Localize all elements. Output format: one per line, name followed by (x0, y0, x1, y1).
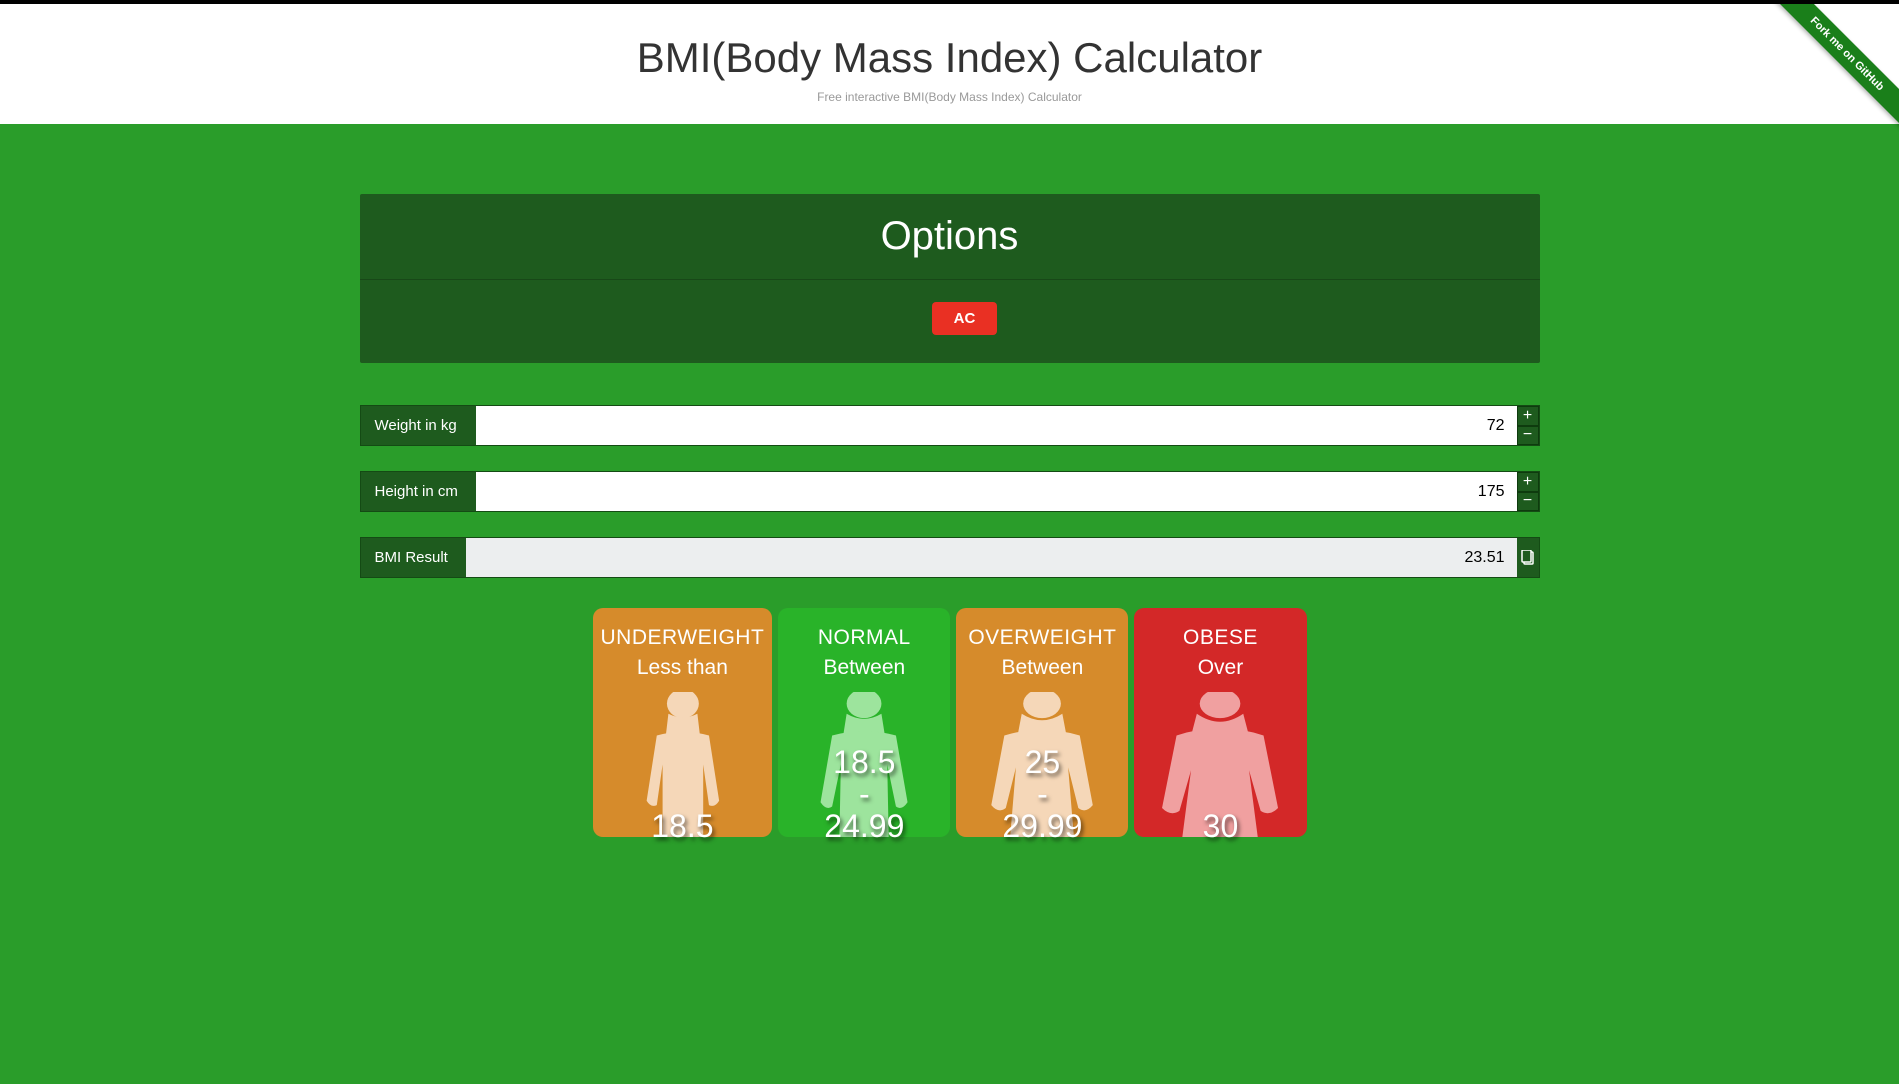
height-row: Height in cm + − (360, 471, 1540, 512)
copy-button[interactable] (1517, 538, 1539, 577)
plus-icon: + (1523, 408, 1532, 424)
category-value: 30 (1142, 810, 1298, 842)
options-title: Options (360, 194, 1540, 280)
height-input[interactable] (476, 472, 1517, 511)
weight-label: Weight in kg (361, 406, 476, 445)
result-output (466, 538, 1517, 577)
category-value: 18.5 - 24.99 (786, 746, 942, 842)
category-normal: NORMAL Between 18.5 - 24.99 (778, 608, 950, 837)
weight-plus-button[interactable]: + (1517, 406, 1539, 426)
bmi-categories: UNDERWEIGHT Less than 18.5 NORMAL Betwee (590, 608, 1310, 837)
category-sub: Between (964, 656, 1120, 680)
category-sub: Between (786, 656, 942, 680)
category-value: 18.5 (601, 810, 765, 842)
height-label: Height in cm (361, 472, 476, 511)
weight-minus-button[interactable]: − (1517, 426, 1539, 446)
page-title: BMI(Body Mass Index) Calculator (0, 34, 1899, 82)
minus-icon: − (1523, 493, 1532, 509)
category-value: 25 - 29.99 (964, 746, 1120, 842)
weight-row: Weight in kg + − (360, 405, 1540, 446)
weight-input[interactable] (476, 406, 1517, 445)
plus-icon: + (1523, 474, 1532, 490)
category-title: OVERWEIGHT (964, 626, 1120, 650)
category-title: UNDERWEIGHT (601, 626, 765, 650)
category-underweight: UNDERWEIGHT Less than 18.5 (593, 608, 773, 837)
result-label: BMI Result (361, 538, 466, 577)
category-title: NORMAL (786, 626, 942, 650)
category-sub: Over (1142, 656, 1298, 680)
ac-button[interactable]: AC (932, 302, 998, 335)
clipboard-icon (1521, 550, 1535, 566)
height-minus-button[interactable]: − (1517, 492, 1539, 512)
options-panel: Options AC (360, 194, 1540, 363)
category-title: OBESE (1142, 626, 1298, 650)
page-subtitle: Free interactive BMI(Body Mass Index) Ca… (0, 90, 1899, 104)
height-plus-button[interactable]: + (1517, 472, 1539, 492)
result-row: BMI Result (360, 537, 1540, 578)
category-overweight: OVERWEIGHT Between 25 - 29.99 (956, 608, 1128, 837)
fork-ribbon-label: Fork me on GitHub (1761, 4, 1899, 140)
fork-ribbon[interactable]: Fork me on GitHub (1749, 4, 1899, 154)
category-obese: OBESE Over 30 (1134, 608, 1306, 837)
minus-icon: − (1523, 427, 1532, 443)
category-sub: Less than (601, 656, 765, 680)
